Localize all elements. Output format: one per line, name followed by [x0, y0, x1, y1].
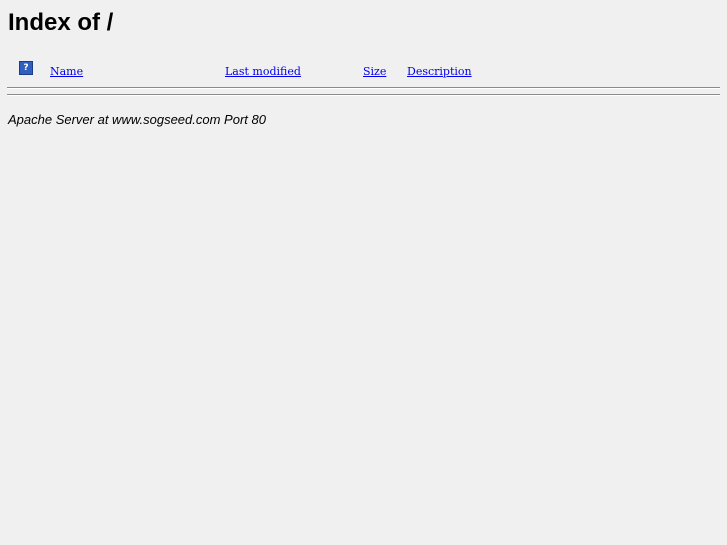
sort-by-name-link[interactable]: Name [50, 65, 83, 78]
sort-by-last-modified-link[interactable]: Last modified [225, 65, 301, 78]
blank-icon: ? [19, 61, 33, 75]
sort-by-size-link[interactable]: Size [363, 65, 386, 78]
page-title: Index of / [8, 9, 114, 36]
listing-header-row: ? Name Last modified Size Description [0, 60, 727, 80]
sort-by-description-link[interactable]: Description [407, 65, 472, 78]
footer-divider [7, 94, 720, 96]
server-signature: Apache Server at www.sogseed.com Port 80 [8, 112, 266, 127]
header-divider [7, 87, 720, 89]
